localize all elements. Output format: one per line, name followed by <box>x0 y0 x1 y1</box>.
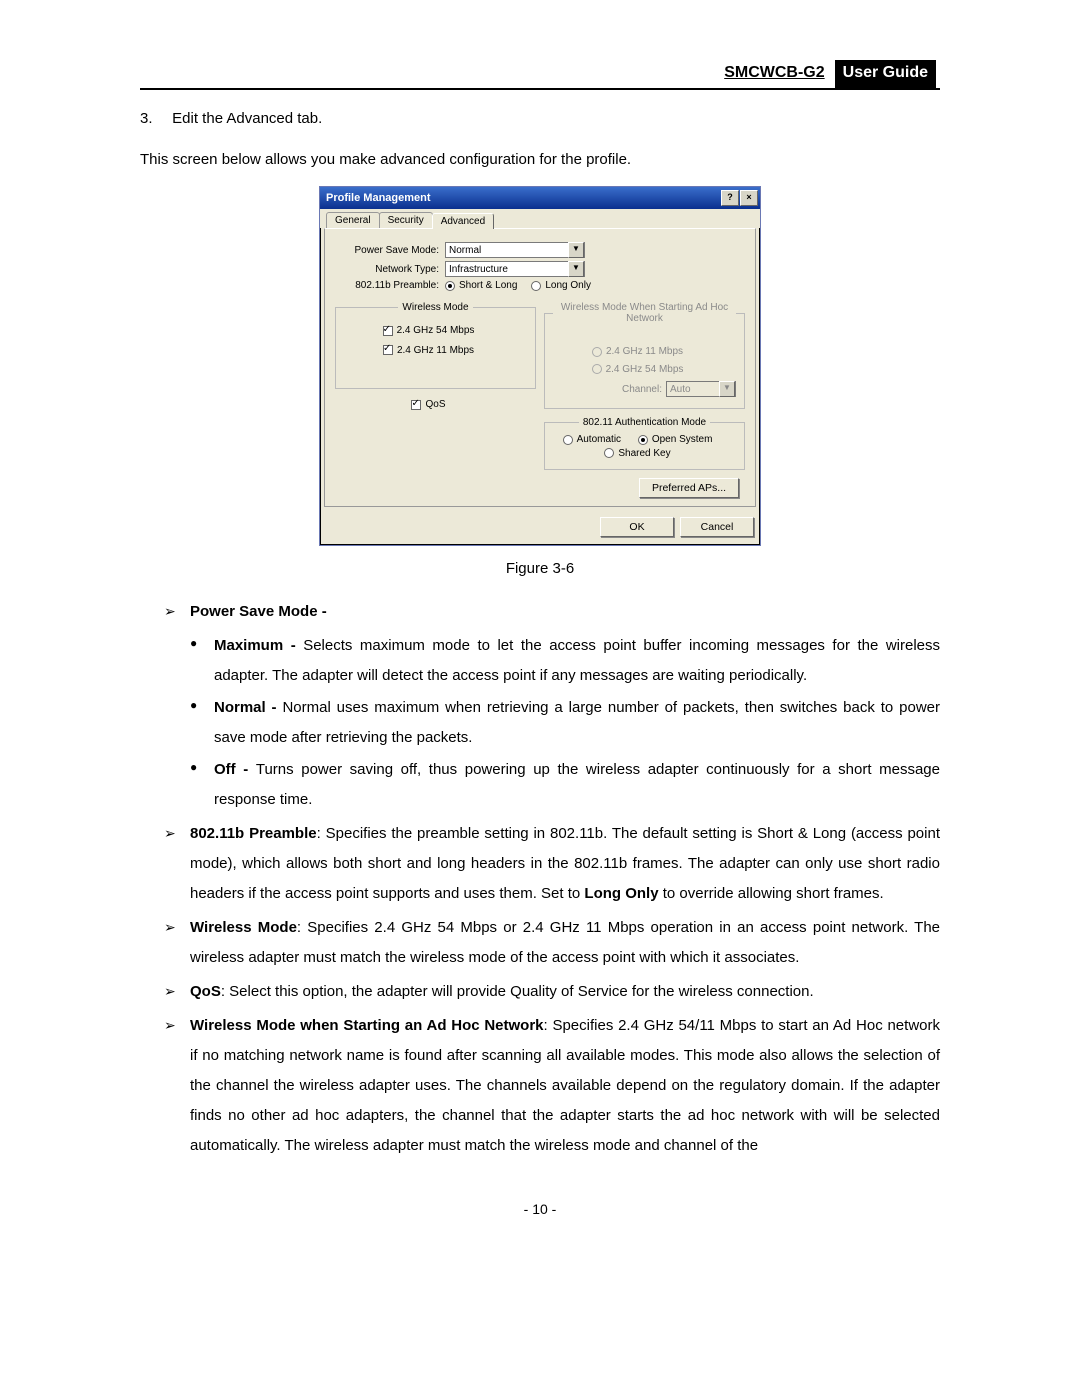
preamble-bullet: 802.11b Preamble: Specifies the preamble… <box>190 819 940 909</box>
psm-maximum: Maximum - Selects maximum mode to let th… <box>214 631 940 691</box>
network-type-value: Infrastructure <box>449 264 508 275</box>
arrow-icon: ➢ <box>164 913 190 973</box>
figure-3-6: Profile Management ? × General Security … <box>140 186 940 546</box>
tab-advanced[interactable]: Advanced <box>432 213 494 229</box>
auth-mode-group: 802.11 Authentication Mode Automatic Ope… <box>544 417 745 470</box>
step-number: 3. <box>140 110 168 127</box>
arrow-icon: ➢ <box>164 1011 190 1161</box>
arrow-icon: ➢ <box>164 819 190 909</box>
radio-icon <box>638 435 648 445</box>
preamble-short-long-radio[interactable]: Short & Long <box>445 280 517 291</box>
qos-bullet: QoS: Select this option, the adapter wil… <box>190 977 940 1007</box>
auth-automatic-radio[interactable]: Automatic <box>563 434 621 445</box>
profile-management-dialog: Profile Management ? × General Security … <box>319 186 761 546</box>
page-number: - 10 - <box>140 1201 940 1217</box>
preamble-long-only-radio[interactable]: Long Only <box>531 280 591 291</box>
psm-normal: Normal - Normal uses maximum when retrie… <box>214 693 940 753</box>
channel-label: Channel: <box>622 384 662 395</box>
network-type-combo[interactable]: Infrastructure ▼ <box>445 261 585 277</box>
page-header: SMCWCB-G2 User Guide <box>140 60 940 90</box>
psm-label: Power Save Mode: <box>335 245 445 256</box>
adhoc-54-radio: 2.4 GHz 54 Mbps <box>592 364 684 375</box>
chevron-down-icon[interactable]: ▼ <box>568 242 584 258</box>
radio-icon <box>592 364 602 374</box>
adhoc-bullet: Wireless Mode when Starting an Ad Hoc Ne… <box>190 1011 940 1161</box>
wireless-mode-group: Wireless Mode 2.4 GHz 54 Mbps <box>335 302 536 389</box>
psm-heading: Power Save Mode - <box>190 597 940 627</box>
chevron-down-icon: ▼ <box>719 381 735 397</box>
bullet-icon: ● <box>190 631 214 691</box>
auth-legend: 802.11 Authentication Mode <box>579 417 710 428</box>
radio-icon <box>563 435 573 445</box>
wireless-mode-legend: Wireless Mode <box>398 302 472 313</box>
tab-body-advanced: Power Save Mode: Normal ▼ Network Type: … <box>324 228 756 507</box>
tab-security[interactable]: Security <box>379 212 433 228</box>
checkbox-icon <box>411 400 421 410</box>
figure-caption: Figure 3-6 <box>140 560 940 577</box>
close-button[interactable]: × <box>740 190 758 206</box>
dialog-title: Profile Management <box>326 192 431 204</box>
bullet-icon: ● <box>190 755 214 815</box>
arrow-icon: ➢ <box>164 977 190 1007</box>
header-model: SMCWCB-G2 <box>718 60 830 88</box>
radio-icon <box>531 281 541 291</box>
auth-shared-radio[interactable]: Shared Key <box>604 448 670 459</box>
intro-text: This screen below allows you make advanc… <box>140 151 940 168</box>
network-type-label: Network Type: <box>335 264 445 275</box>
adhoc-wireless-mode-group: Wireless Mode When Starting Ad Hoc Netwo… <box>544 302 745 409</box>
bullet-icon: ● <box>190 693 214 753</box>
checkbox-icon <box>383 326 393 336</box>
psm-combo[interactable]: Normal ▼ <box>445 242 585 258</box>
channel-value: Auto <box>670 384 691 395</box>
radio-icon <box>592 347 602 357</box>
step-text: Edit the Advanced tab. <box>172 110 322 127</box>
wm-11-checkbox[interactable]: 2.4 GHz 11 Mbps <box>383 345 474 356</box>
dialog-footer: OK Cancel <box>320 511 760 545</box>
header-guide-badge: User Guide <box>835 60 936 88</box>
channel-combo: Auto ▼ <box>666 381 736 397</box>
preamble-label: 802.11b Preamble: <box>335 280 445 291</box>
tab-general[interactable]: General <box>326 212 380 228</box>
radio-icon <box>604 448 614 458</box>
auth-open-radio[interactable]: Open System <box>638 434 713 445</box>
qos-checkbox[interactable]: QoS <box>411 399 445 410</box>
dialog-titlebar: Profile Management ? × <box>320 187 760 209</box>
tab-row: General Security Advanced <box>320 209 760 228</box>
radio-icon <box>445 281 455 291</box>
adhoc-legend: Wireless Mode When Starting Ad Hoc Netwo… <box>553 302 736 324</box>
wireless-mode-bullet: Wireless Mode: Specifies 2.4 GHz 54 Mbps… <box>190 913 940 973</box>
ok-button[interactable]: OK <box>600 517 674 537</box>
step-line: 3. Edit the Advanced tab. <box>140 110 940 127</box>
help-button[interactable]: ? <box>721 190 739 206</box>
adhoc-11-radio: 2.4 GHz 11 Mbps <box>592 346 683 357</box>
cancel-button[interactable]: Cancel <box>680 517 754 537</box>
psm-off: Off - Turns power saving off, thus power… <box>214 755 940 815</box>
psm-value: Normal <box>449 245 481 256</box>
arrow-icon: ➢ <box>164 597 190 627</box>
preferred-aps-button[interactable]: Preferred APs... <box>639 478 739 498</box>
checkbox-icon <box>383 345 393 355</box>
chevron-down-icon[interactable]: ▼ <box>568 261 584 277</box>
wm-54-checkbox[interactable]: 2.4 GHz 54 Mbps <box>383 325 475 336</box>
